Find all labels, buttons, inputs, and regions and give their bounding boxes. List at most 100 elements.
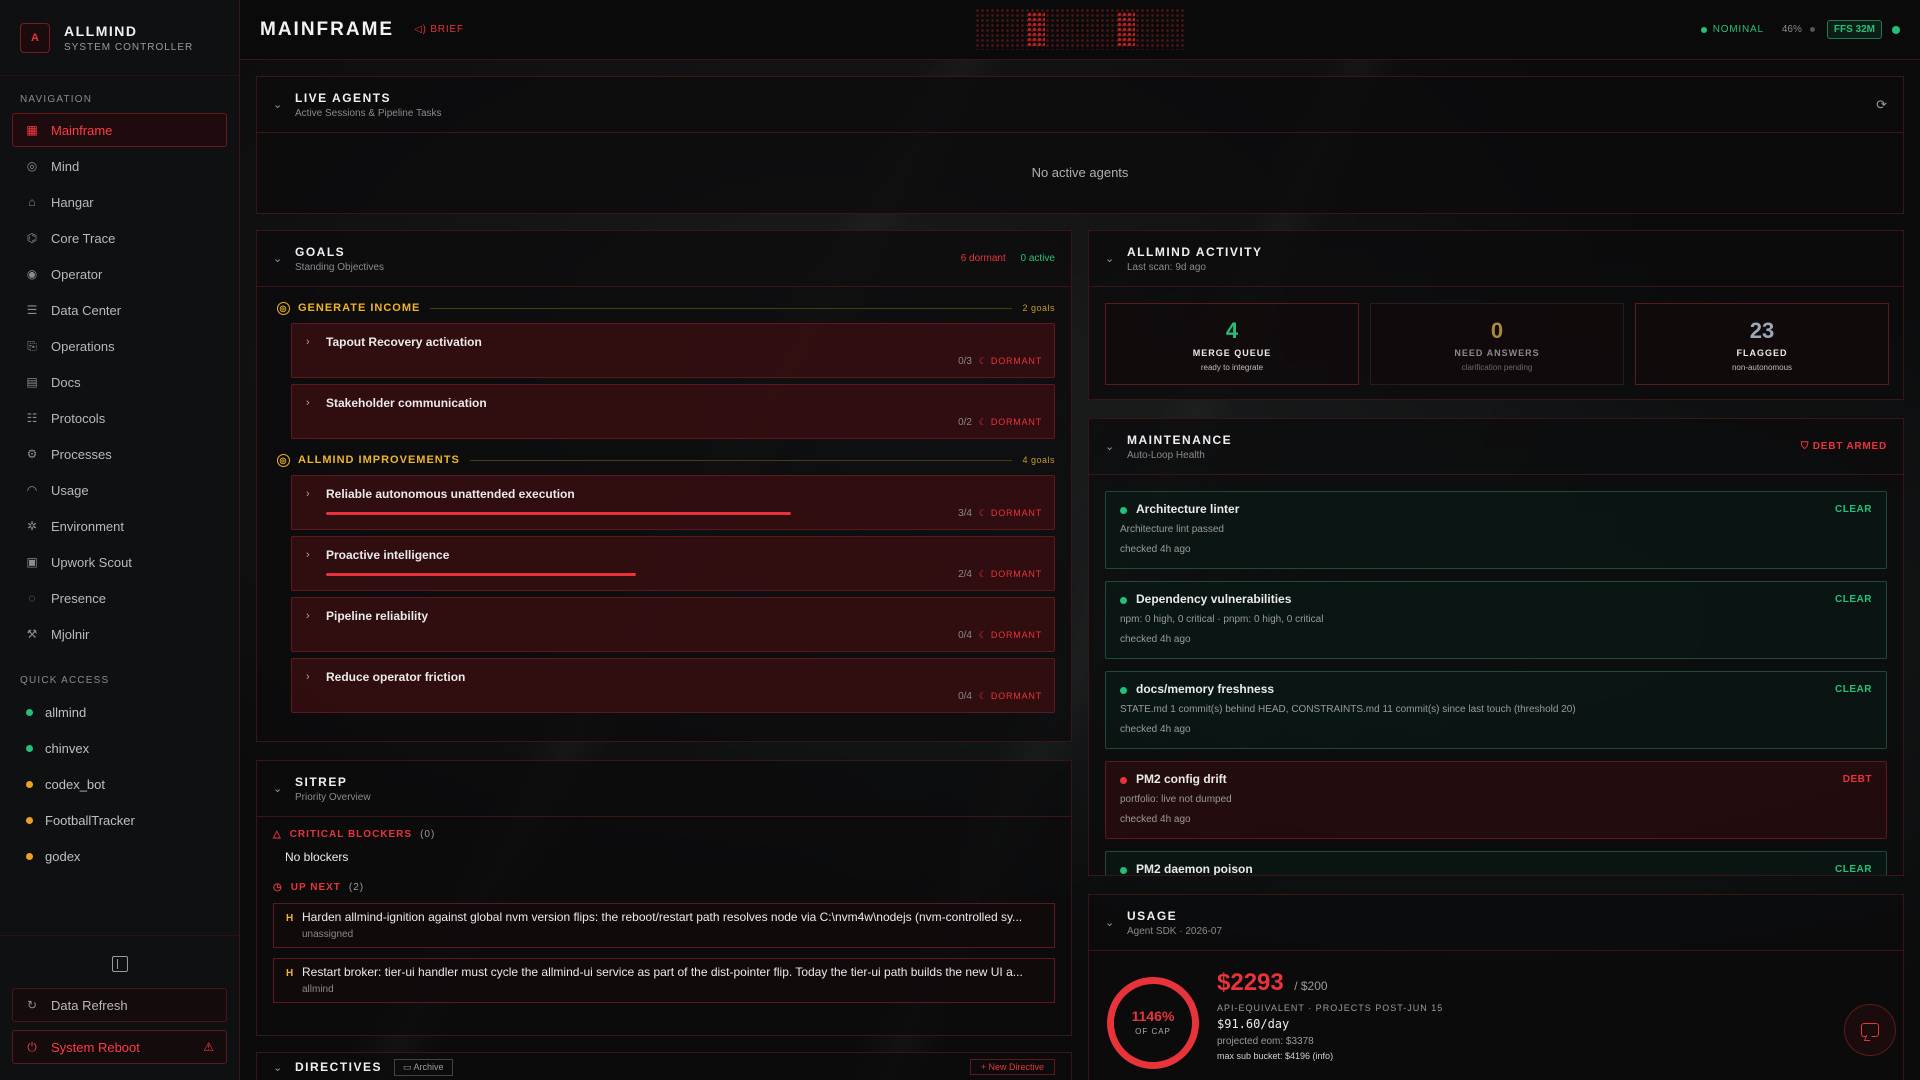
status-dot bbox=[1120, 777, 1127, 784]
goal-state: ☾ DORMANT bbox=[979, 691, 1042, 702]
maintenance-card[interactable]: PM2 config drift DEBT portfolio: live no… bbox=[1105, 761, 1887, 839]
moon-icon: ☾ bbox=[978, 417, 991, 427]
archive-button[interactable]: ▭ Archive bbox=[394, 1058, 453, 1076]
chevron-right-icon[interactable]: › bbox=[306, 397, 310, 409]
quick-access-item[interactable]: godex bbox=[0, 838, 239, 874]
usage-title: USAGE bbox=[1127, 908, 1178, 923]
chevron-right-icon[interactable]: › bbox=[306, 336, 310, 348]
brief-button[interactable]: ◁) BRIEF bbox=[414, 24, 464, 35]
maintenance-card[interactable]: Dependency vulnerabilities CLEAR npm: 0 … bbox=[1105, 581, 1887, 659]
chevron-right-icon[interactable]: › bbox=[306, 610, 310, 622]
goal-title: Stakeholder communication bbox=[326, 396, 487, 410]
goal-state-label: DORMANT bbox=[990, 417, 1042, 427]
brand-logo[interactable]: A bbox=[20, 22, 50, 53]
collapse-chevron-icon[interactable]: ⌄ bbox=[273, 782, 287, 795]
sidebar-item-presence[interactable]: ◌ Presence bbox=[12, 581, 227, 615]
sidebar-item-hangar[interactable]: ⌂ Hangar bbox=[12, 185, 227, 219]
collapse-sidebar-icon[interactable] bbox=[111, 956, 128, 972]
quick-access-item[interactable]: FootballTracker bbox=[0, 802, 239, 838]
data-refresh-button[interactable]: ↻ Data Refresh bbox=[12, 988, 227, 1022]
operations-icon: ⎘ bbox=[27, 338, 37, 353]
moon-icon: ☾ bbox=[978, 508, 991, 518]
archive-icon: ▭ bbox=[403, 1061, 414, 1072]
chevron-right-icon[interactable]: › bbox=[306, 488, 310, 500]
status-percent: 46% bbox=[1781, 24, 1802, 35]
quick-access-item[interactable]: codex_bot bbox=[0, 766, 239, 802]
collapse-chevron-icon[interactable]: ⌄ bbox=[1105, 440, 1119, 453]
goal-state: ☾ DORMANT bbox=[979, 356, 1042, 367]
goal-card[interactable]: › Stakeholder communication 0/2 ☾ DORMAN… bbox=[291, 384, 1055, 439]
stat-label: MERGE QUEUE bbox=[1192, 348, 1272, 358]
stat-need-answers[interactable]: 0 NEED ANSWERS clarification pending bbox=[1370, 303, 1624, 385]
sidebar-item-upwork-scout[interactable]: ▣ Upwork Scout bbox=[12, 545, 227, 579]
collapse-chevron-icon[interactable]: ⌄ bbox=[273, 98, 287, 111]
sidebar-item-label: Processes bbox=[51, 446, 112, 462]
sidebar-item-label: Environment bbox=[51, 518, 124, 534]
quick-access-item[interactable]: chinvex bbox=[0, 730, 239, 766]
protocols-icon: ☷ bbox=[26, 411, 38, 425]
sidebar-item-mainframe[interactable]: ▦ Mainframe bbox=[12, 113, 227, 147]
sidebar-item-operator[interactable]: ◉ Operator bbox=[12, 257, 227, 291]
nav-section-label: NAVIGATION bbox=[20, 94, 93, 105]
up-next-item[interactable]: H Harden allmind-ignition against global… bbox=[273, 903, 1055, 948]
goal-card[interactable]: › Tapout Recovery activation 0/3 ☾ DORMA… bbox=[291, 323, 1055, 378]
goal-title: Pipeline reliability bbox=[326, 609, 429, 623]
up-next-item[interactable]: H Restart broker: tier-ui handler must c… bbox=[273, 958, 1055, 1003]
sidebar-item-processes[interactable]: ⚙ Processes bbox=[12, 437, 227, 471]
sidebar-item-label: Mind bbox=[51, 158, 80, 174]
sidebar-item-operations[interactable]: ⎘ Operations bbox=[12, 329, 227, 363]
collapse-chevron-icon[interactable]: ⌄ bbox=[273, 1061, 287, 1074]
maintenance-card-checked: checked 4h ago bbox=[1120, 634, 1191, 645]
sidebar-item-environment[interactable]: ✲ Environment bbox=[12, 509, 227, 543]
sidebar-item-protocols[interactable]: ☷ Protocols bbox=[12, 401, 227, 435]
quick-access-item[interactable]: allmind bbox=[0, 694, 239, 730]
goal-group-header: ◎ ALLMIND IMPROVEMENTS 4 goals bbox=[277, 449, 1055, 471]
status-dot bbox=[1120, 867, 1127, 874]
sidebar-item-label: Data Center bbox=[51, 302, 122, 318]
status-area: NOMINAL 46% FFS 32M bbox=[1700, 20, 1900, 39]
collapse-chevron-icon[interactable]: ⌄ bbox=[273, 252, 287, 265]
up-next-header: ◷ UP NEXT (2) bbox=[273, 882, 1071, 893]
ffs-badge: FFS 32M bbox=[1826, 20, 1882, 39]
live-dot bbox=[1892, 25, 1900, 34]
stat-merge-queue[interactable]: 4 MERGE QUEUE ready to integrate bbox=[1105, 303, 1359, 385]
gauge-icon: ◠ bbox=[26, 483, 38, 497]
collapse-chevron-icon[interactable]: ⌄ bbox=[1105, 252, 1119, 265]
sidebar-item-usage[interactable]: ◠ Usage bbox=[12, 473, 227, 507]
goal-card[interactable]: › Proactive intelligence 2/4 ☾ DORMANT bbox=[291, 536, 1055, 591]
sidebar-item-mind[interactable]: ◎ Mind bbox=[12, 149, 227, 183]
chevron-right-icon[interactable]: › bbox=[306, 671, 310, 683]
goal-group-name: GENERATE INCOME bbox=[298, 302, 421, 314]
maintenance-card[interactable]: docs/memory freshness CLEAR STATE.md 1 c… bbox=[1105, 671, 1887, 749]
sidebar-item-label: Hangar bbox=[51, 194, 94, 210]
sidebar-item-mjolnir[interactable]: ⚒ Mjolnir bbox=[12, 617, 227, 651]
sidebar-item-data-center[interactable]: ☰ Data Center bbox=[12, 293, 227, 327]
chevron-right-icon[interactable]: › bbox=[306, 549, 310, 561]
status-dot bbox=[1120, 597, 1127, 604]
goal-card[interactable]: › Pipeline reliability 0/4 ☾ DORMANT bbox=[291, 597, 1055, 652]
sidebar-item-docs[interactable]: ▤ Docs bbox=[12, 365, 227, 399]
goal-card[interactable]: › Reduce operator friction 0/4 ☾ DORMANT bbox=[291, 658, 1055, 713]
maintenance-card[interactable]: PM2 daemon poison CLEAR bbox=[1105, 851, 1887, 875]
goal-progress: 0/4 bbox=[958, 630, 972, 641]
collapse-chevron-icon[interactable]: ⌄ bbox=[1105, 916, 1119, 929]
refresh-icon[interactable]: ⟳ bbox=[1876, 97, 1887, 113]
sidebar-item-core-trace[interactable]: ⌬ Core Trace bbox=[12, 221, 227, 255]
usage-bucket: max sub bucket: $4196 (info) bbox=[1217, 1051, 1334, 1061]
sidebar-item-label: Mjolnir bbox=[51, 626, 90, 642]
maintenance-card[interactable]: Architecture linter CLEAR Architecture l… bbox=[1105, 491, 1887, 569]
maintenance-card-title: PM2 config drift bbox=[1136, 772, 1227, 786]
usage-per-day: $91.60/day bbox=[1217, 1017, 1290, 1031]
shield-icon: ⛉ bbox=[1800, 441, 1813, 452]
chat-button[interactable] bbox=[1844, 1004, 1896, 1056]
stat-number: 0 bbox=[1490, 318, 1504, 343]
stat-flagged[interactable]: 23 FLAGGED non-autonomous bbox=[1635, 303, 1889, 385]
system-reboot-button[interactable]: ⏻ System Reboot ⚠ bbox=[12, 1030, 227, 1064]
status-dot bbox=[1120, 507, 1127, 514]
status-dot bbox=[26, 852, 33, 860]
goal-card[interactable]: › Reliable autonomous unattended executi… bbox=[291, 475, 1055, 530]
maintenance-card-state: CLEAR bbox=[1835, 684, 1872, 695]
sidebar-item-label: Docs bbox=[51, 374, 81, 390]
goals-title: GOALS bbox=[295, 244, 346, 259]
new-directive-button[interactable]: + New Directive bbox=[969, 1059, 1055, 1075]
